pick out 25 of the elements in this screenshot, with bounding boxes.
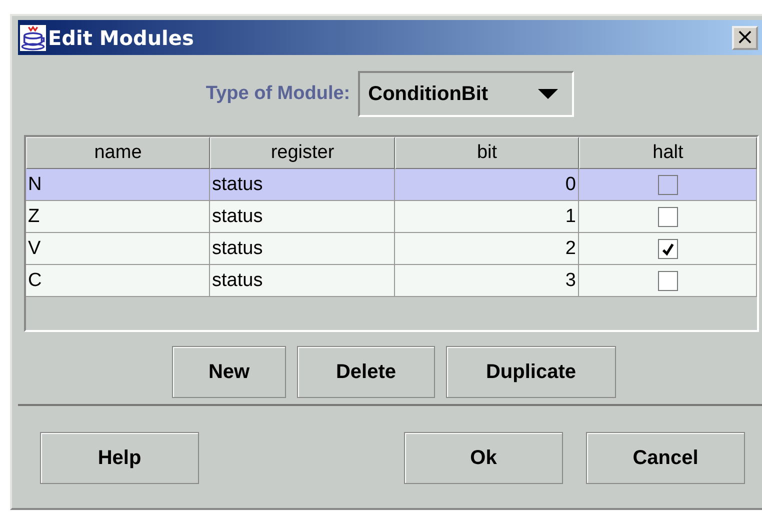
table-row[interactable]: N status 0	[26, 169, 757, 201]
halt-checkbox[interactable]	[658, 238, 678, 258]
column-header[interactable]: register	[210, 137, 395, 169]
window-title: Edit Modules	[48, 26, 195, 50]
halt-checkbox[interactable]	[658, 270, 678, 290]
dialog-button[interactable]: Help	[40, 432, 199, 484]
table-row[interactable]: V status 2	[26, 233, 757, 265]
cup-icon	[20, 24, 46, 52]
type-dropdown[interactable]: ConditionBit	[358, 71, 574, 117]
table-button[interactable]: New	[172, 346, 286, 398]
table-button[interactable]: Duplicate	[446, 346, 616, 398]
check-icon	[660, 242, 674, 256]
dialog-button[interactable]: Ok	[404, 432, 563, 484]
caret-icon	[538, 89, 558, 99]
type-label: Type of Module:	[206, 83, 350, 105]
halt-checkbox[interactable]	[658, 174, 678, 194]
table-row[interactable]: Z status 1	[26, 201, 757, 233]
close-button[interactable]: ×	[732, 26, 758, 50]
dialog-button[interactable]: Cancel	[586, 432, 745, 484]
table-row[interactable]: C status 3	[26, 265, 757, 297]
halt-checkbox[interactable]	[658, 206, 678, 226]
column-header[interactable]: halt	[579, 137, 757, 169]
column-header[interactable]: bit	[395, 137, 579, 169]
column-header[interactable]: name	[26, 137, 210, 169]
table-button[interactable]: Delete	[297, 346, 435, 398]
